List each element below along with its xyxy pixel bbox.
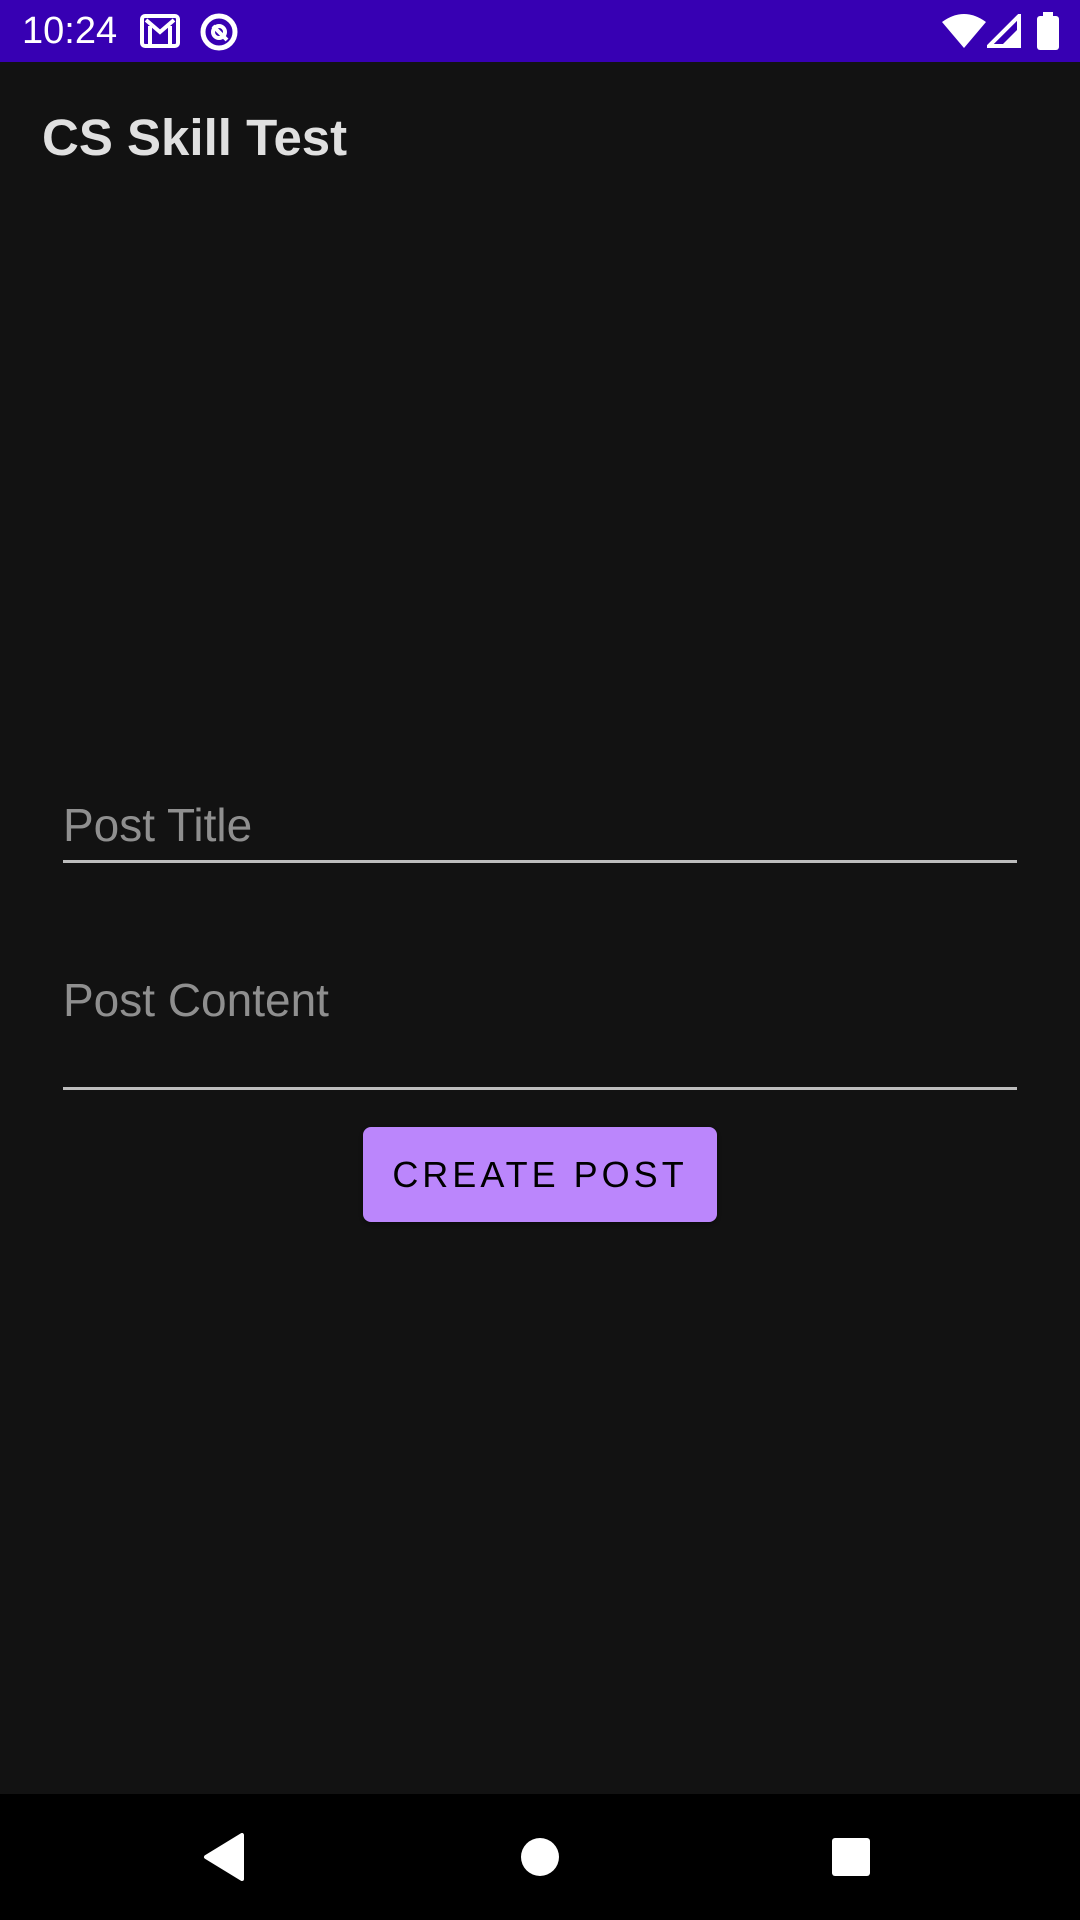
- app-screen: 10:24 CS Skill Test Post Title Post Cont…: [0, 0, 1080, 1920]
- battery-icon: [1037, 12, 1059, 50]
- status-bar: 10:24: [0, 0, 1080, 62]
- home-button[interactable]: [507, 1824, 573, 1890]
- recents-button[interactable]: [818, 1824, 884, 1890]
- post-title-field-container: [63, 792, 1017, 863]
- back-icon: [204, 1833, 244, 1881]
- gmail-icon: [140, 14, 180, 48]
- status-time: 10:24: [22, 10, 118, 52]
- create-post-button[interactable]: CREATE POST: [363, 1127, 717, 1222]
- back-button[interactable]: [191, 1824, 257, 1890]
- post-content-input[interactable]: [63, 967, 1017, 1089]
- post-title-input[interactable]: [63, 792, 1017, 858]
- recents-icon: [832, 1838, 870, 1876]
- navigation-bar: [0, 1794, 1080, 1920]
- at-sign-icon: [200, 13, 238, 51]
- cell-signal-icon: [987, 14, 1021, 48]
- home-icon: [521, 1838, 559, 1876]
- wifi-icon: [942, 14, 986, 48]
- post-content-field-container: [63, 967, 1017, 1090]
- app-title: CS Skill Test: [42, 109, 348, 166]
